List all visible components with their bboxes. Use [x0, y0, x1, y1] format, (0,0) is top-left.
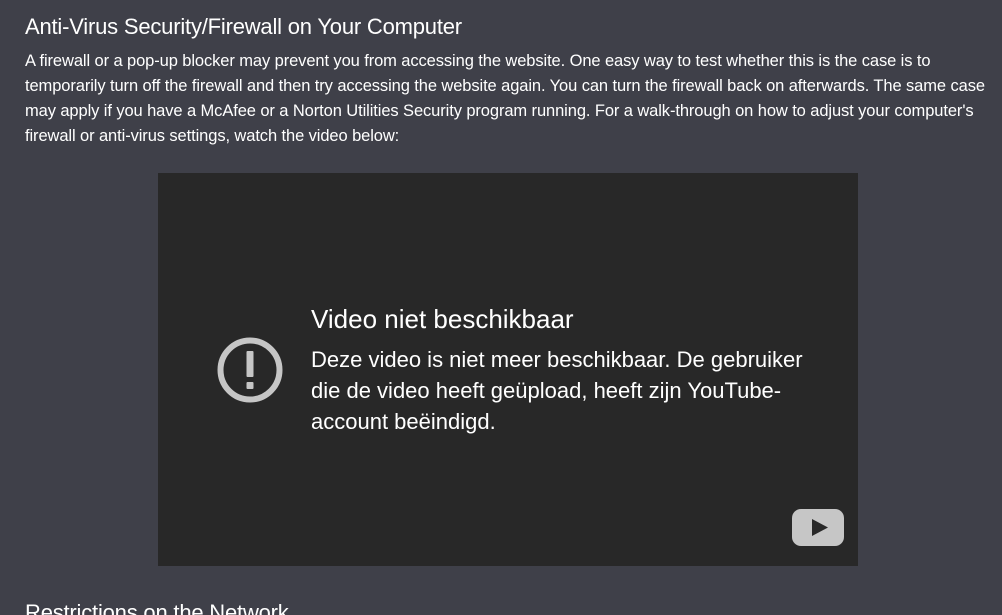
next-section-title: Restrictions on the Network	[25, 600, 289, 615]
video-error-title: Video niet beschikbaar	[311, 304, 574, 334]
video-error-message: Deze video is niet meer beschikbaar. De …	[311, 347, 803, 434]
exclamation-circle-icon	[217, 337, 283, 403]
section-title: Anti-Virus Security/Firewall on Your Com…	[25, 14, 462, 39]
video-embed[interactable]: Video niet beschikbaar Deze video is nie…	[158, 173, 858, 566]
youtube-logo-icon[interactable]	[792, 509, 844, 546]
section-body: A firewall or a pop-up blocker may preve…	[25, 52, 985, 145]
